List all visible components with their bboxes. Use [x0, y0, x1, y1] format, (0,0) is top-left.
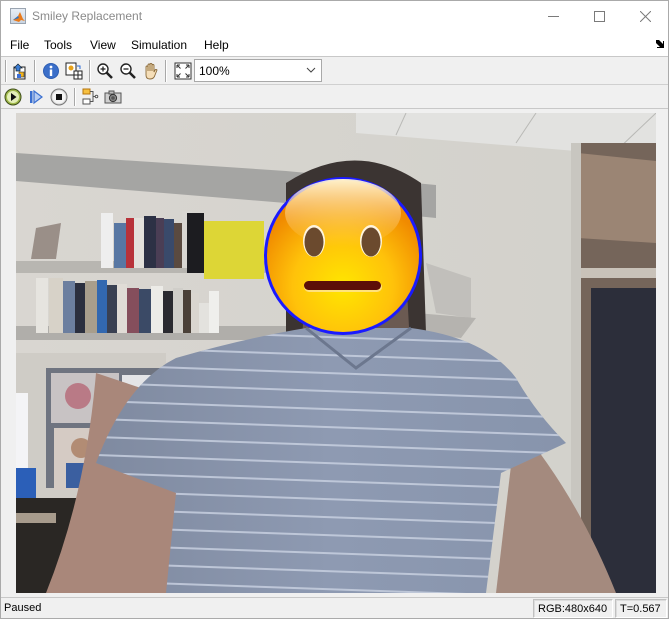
play-icon	[4, 88, 22, 106]
menu-bar: File Tools View Simulation Help	[1, 32, 668, 57]
zoom-level-value: 100%	[199, 64, 230, 78]
simulation-time: T=0.567	[615, 599, 667, 618]
close-button[interactable]	[622, 1, 668, 32]
menu-simulation[interactable]: Simulation	[131, 38, 187, 52]
bring-simulink-to-front-button[interactable]	[10, 61, 30, 81]
zoom-out-button[interactable]	[118, 61, 138, 81]
toolbar-grip	[5, 60, 6, 82]
frame-info: RGB:480x640	[533, 599, 613, 618]
emoji-mouth	[304, 281, 381, 290]
pixel-region-button[interactable]	[64, 61, 84, 81]
step-forward-button[interactable]	[26, 87, 46, 107]
close-icon	[639, 11, 651, 22]
snapshot-button[interactable]	[103, 87, 123, 107]
menu-help[interactable]: Help	[204, 38, 229, 52]
video-frame[interactable]	[16, 113, 656, 593]
highlight-block-icon	[82, 88, 99, 105]
toolbar-separator	[34, 60, 35, 82]
video-scene	[16, 113, 656, 593]
undock-arrow-icon[interactable]	[656, 40, 664, 48]
menu-file[interactable]: File	[10, 38, 29, 52]
playback-toolbar	[1, 85, 668, 109]
matlab-logo-icon	[10, 8, 26, 24]
chevron-down-icon	[306, 67, 316, 73]
toolbar-separator	[74, 88, 75, 106]
pan-button[interactable]	[141, 61, 161, 81]
minimize-icon	[547, 16, 559, 17]
hand-icon	[145, 63, 158, 80]
info-icon	[43, 63, 59, 79]
zoom-out-icon	[120, 63, 136, 79]
fit-to-view-icon	[174, 62, 192, 80]
step-forward-icon	[30, 89, 43, 105]
simulation-status: Paused	[4, 602, 42, 614]
pixel-region-icon	[65, 62, 83, 80]
run-button[interactable]	[3, 87, 23, 107]
stop-button[interactable]	[49, 87, 69, 107]
information-button[interactable]	[41, 61, 61, 81]
zoom-level-dropdown[interactable]: 100%	[194, 59, 322, 82]
title-bar: Smiley Replacement	[1, 1, 668, 32]
maximize-icon	[593, 11, 605, 22]
main-toolbar: 100%	[1, 57, 668, 85]
zoom-in-button[interactable]	[95, 61, 115, 81]
fit-to-view-button[interactable]	[173, 61, 193, 81]
emoji-right-eye	[361, 227, 381, 257]
zoom-in-icon	[97, 63, 113, 79]
simulink-front-icon	[13, 63, 26, 80]
highlight-block-button[interactable]	[80, 87, 100, 107]
maximize-button[interactable]	[576, 1, 622, 32]
emoji-left-eye	[304, 227, 324, 257]
stop-icon	[50, 88, 68, 106]
window-title: Smiley Replacement	[32, 9, 143, 23]
emoji-overlay	[264, 177, 422, 335]
menu-view[interactable]: View	[90, 38, 116, 52]
toolbar-separator	[89, 60, 90, 82]
video-viewer-window: Smiley Replacement File Tools View Simul…	[0, 0, 669, 619]
minimize-button[interactable]	[530, 1, 576, 32]
status-bar: Paused RGB:480x640 T=0.567	[1, 597, 668, 618]
menu-tools[interactable]: Tools	[44, 38, 72, 52]
camera-icon	[104, 90, 122, 104]
toolbar-separator	[165, 60, 166, 82]
